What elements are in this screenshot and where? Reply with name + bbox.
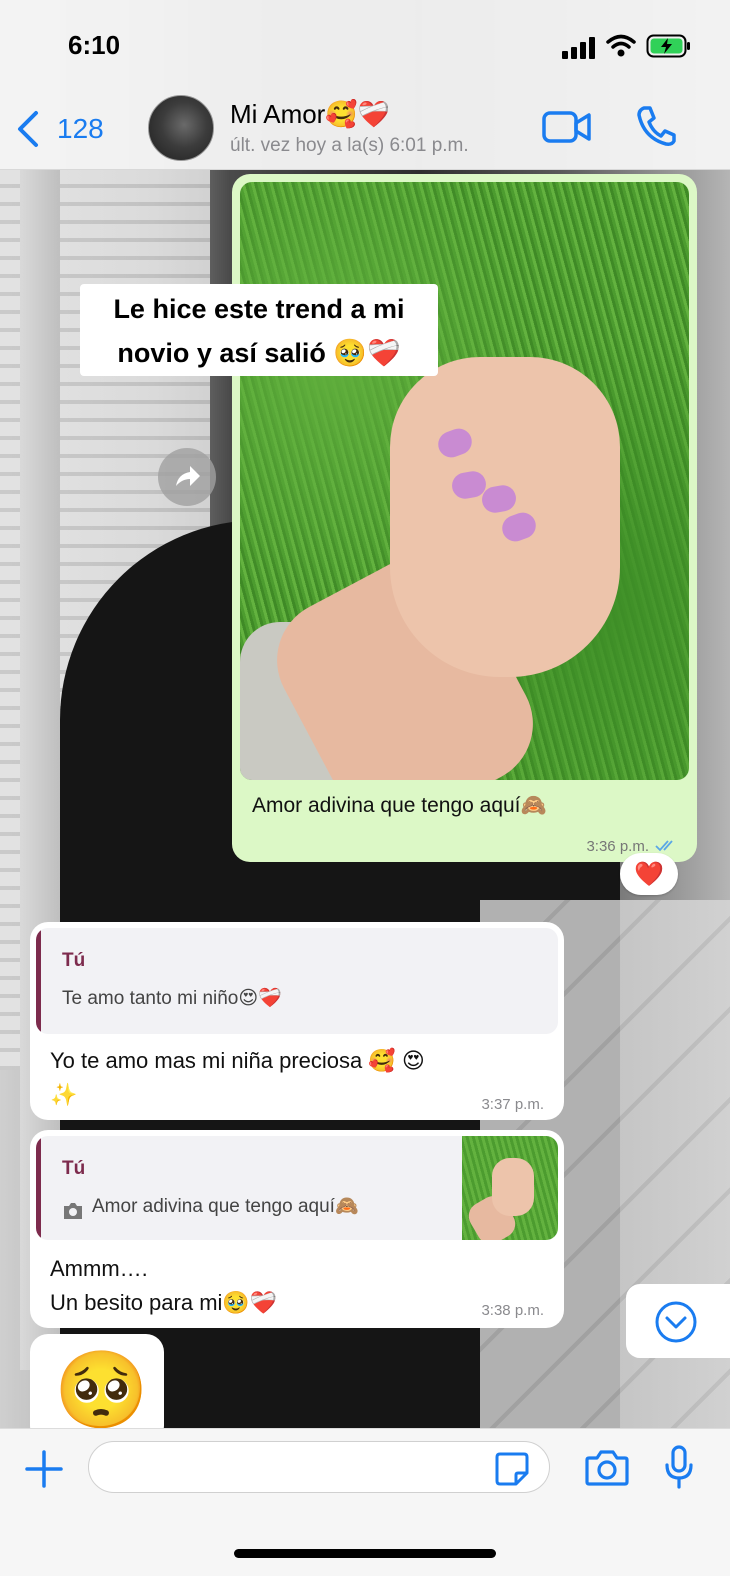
chevron-down-icon — [654, 1300, 698, 1344]
overlay-line-2: novio y así salió 🥹❤️‍🩹 — [117, 338, 401, 368]
quote-bar — [36, 928, 41, 1034]
microphone-icon[interactable] — [664, 1445, 694, 1489]
forward-icon[interactable] — [158, 448, 216, 506]
quoted-message[interactable]: Tú Te amo tanto mi niño😍❤️‍🩹 — [36, 928, 558, 1034]
message-reaction[interactable]: ❤️ — [620, 853, 678, 895]
message-text: Yo te amo mas mi niña preciosa 🥰 😍 — [50, 1048, 425, 1073]
thumbnail-fist — [492, 1158, 534, 1216]
contact-name[interactable]: Mi Amor🥰❤️‍🩹 — [230, 99, 390, 130]
scroll-to-bottom-button[interactable] — [626, 1284, 730, 1358]
wifi-icon — [606, 34, 636, 58]
overlay-line-1: Le hice este trend a mi — [113, 294, 405, 324]
chat-header: 128 Mi Amor🥰❤️‍🩹 últ. vez hoy a la(s) 6:… — [0, 95, 730, 170]
quoted-message[interactable]: Tú Amor adivina que tengo aquí🙈 — [36, 1136, 558, 1240]
back-chevron-icon[interactable] — [14, 109, 44, 149]
status-time: 6:10 — [68, 30, 121, 60]
sticker-icon[interactable] — [494, 1451, 530, 1487]
pleading-face-emoji: 🥺 — [54, 1348, 149, 1433]
cellular-signal-icon — [562, 37, 596, 59]
photo-fist — [390, 357, 620, 677]
avatar[interactable] — [148, 95, 214, 161]
last-seen: últ. vez hoy a la(s) 6:01 p.m. — [230, 135, 469, 156]
message-text-line-2: ✨ — [50, 1082, 78, 1107]
incoming-reply-message[interactable]: Tú Te amo tanto mi niño😍❤️‍🩹 Yo te amo m… — [30, 922, 564, 1120]
camera-icon[interactable] — [585, 1449, 629, 1487]
battery-charging-icon — [646, 34, 692, 58]
message-input[interactable] — [88, 1441, 550, 1493]
video-call-icon[interactable] — [542, 109, 592, 145]
quoted-photo-thumbnail — [462, 1136, 558, 1240]
video-overlay-caption: Le hice este trend a mi novio y así sali… — [80, 284, 438, 376]
quoted-text: Amor adivina que tengo aquí🙈 — [92, 1196, 359, 1217]
quoted-author: Tú — [62, 1158, 86, 1179]
status-bar: 6:10 — [0, 0, 730, 95]
unread-count[interactable]: 128 — [57, 113, 104, 145]
quote-bar — [36, 1136, 41, 1240]
message-text: Ammm…. — [50, 1256, 148, 1281]
outgoing-image-message[interactable]: Amor adivina que tengo aquí🙈 3:36 p.m. — [232, 174, 697, 862]
incoming-reply-message[interactable]: Tú Amor adivina que tengo aquí🙈 Ammm…. U… — [30, 1130, 564, 1328]
camera-icon — [62, 1202, 84, 1220]
home-indicator[interactable] — [234, 1549, 496, 1558]
quoted-text: Te amo tanto mi niño😍❤️‍🩹 — [62, 988, 282, 1009]
message-photo[interactable] — [240, 182, 689, 780]
message-composer — [0, 1428, 730, 1576]
message-time: 3:38 p.m. — [481, 1302, 544, 1319]
message-time: 3:37 p.m. — [481, 1096, 544, 1113]
message-caption: Amor adivina que tengo aquí🙈 — [252, 794, 547, 817]
plus-icon[interactable] — [24, 1449, 64, 1489]
quoted-author: Tú — [62, 950, 86, 971]
phone-icon[interactable] — [636, 105, 676, 147]
heart-reaction-emoji: ❤️ — [634, 860, 664, 888]
message-text-line-2: Un besito para mi🥹❤️‍🩹 — [50, 1290, 278, 1315]
double-check-icon — [655, 838, 679, 854]
